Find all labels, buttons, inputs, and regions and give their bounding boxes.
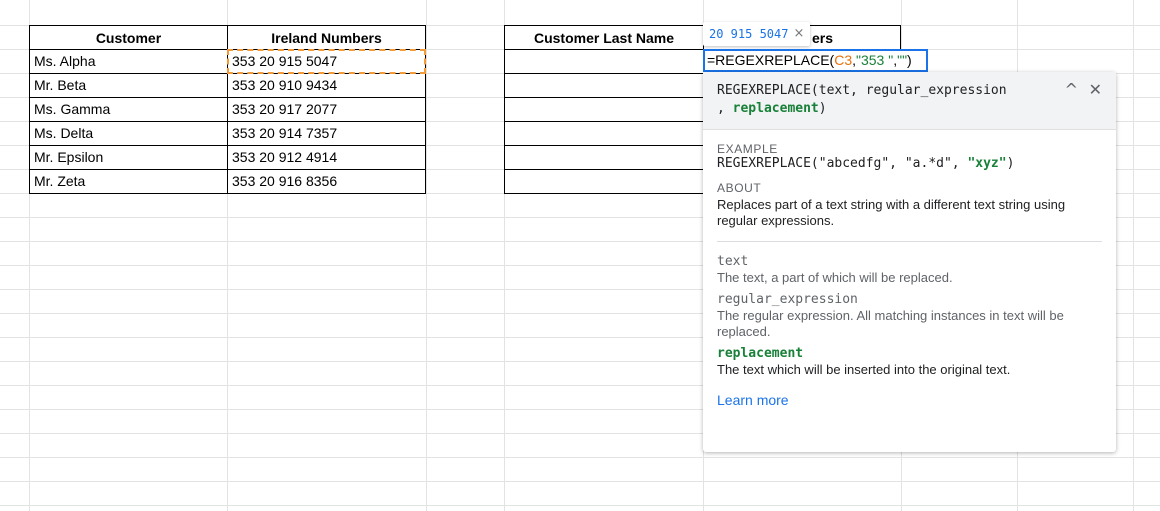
formula-cell-editor[interactable]: =REGEXREPLACE(C3,"353 ","") [703, 49, 928, 72]
last-name-cell[interactable] [504, 73, 704, 98]
grid-row-line [0, 505, 1160, 506]
argument-description: The regular expression. All matching ins… [717, 308, 1064, 339]
signature-close-paren: ) [818, 101, 827, 116]
customer-name-cell[interactable]: Ms. Alpha [29, 49, 228, 74]
last-name-cell[interactable] [504, 49, 704, 74]
signature-active-arg: replacement [732, 101, 819, 116]
header-cell[interactable]: Ireland Numbers [227, 25, 426, 50]
argument-name: text [717, 254, 749, 269]
learn-more-link[interactable]: Learn more [717, 392, 789, 408]
about-label: ABOUT [717, 181, 762, 195]
grid-row-line [0, 457, 1160, 458]
formula-result-preview: 20 915 5047 × [703, 22, 811, 46]
example-prefix: REGEXREPLACE("abcedfg", "a.*d", [717, 156, 968, 171]
close-icon[interactable]: ✕ [1089, 81, 1102, 99]
argument-name: replacement [717, 346, 804, 361]
section-divider [717, 241, 1102, 242]
last-name-cell[interactable] [504, 97, 704, 122]
header-cell[interactable]: Customer Last Name [504, 25, 704, 50]
phone-number-cell[interactable]: 353 20 910 9434 [227, 73, 426, 98]
phone-number-cell[interactable]: 353 20 917 2077 [227, 97, 426, 122]
phone-number-cell[interactable]: 353 20 912 4914 [227, 145, 426, 170]
signature-args: text, regular_expression [818, 83, 1007, 98]
collapse-chevron-icon[interactable]: ^ [1065, 81, 1078, 99]
header-cell[interactable]: Customer [29, 25, 228, 50]
preview-value: 20 915 5047 [709, 27, 789, 41]
preview-close-icon[interactable]: × [793, 22, 804, 46]
function-signature: REGEXREPLACE(text, regular_expression , … [703, 72, 1116, 130]
example-label: EXAMPLE [717, 142, 778, 156]
formula-suffix: ) [907, 52, 912, 68]
last-name-cell[interactable] [504, 145, 704, 170]
function-help-popup: REGEXREPLACE(text, regular_expression , … [703, 72, 1116, 452]
argument-description: The text, a part of which will be replac… [717, 270, 953, 285]
last-name-cell[interactable] [504, 169, 704, 194]
formula-prefix: =REGEXREPLACE( [707, 52, 835, 68]
signature-separator: , [717, 101, 733, 116]
customer-name-cell[interactable]: Mr. Zeta [29, 169, 228, 194]
about-text: Replaces part of a text string with a di… [717, 197, 1066, 228]
signature-function-name: REGEXREPLACE( [717, 83, 819, 98]
example-formula: REGEXREPLACE("abcedfg", "a.*d", "xyz") [717, 156, 1102, 171]
last-name-cell[interactable] [504, 121, 704, 146]
argument-description: The text which will be inserted into the… [717, 362, 1011, 377]
formula-string-literal: "353 " [856, 52, 894, 68]
phone-number-cell[interactable]: 353 20 915 5047 [227, 49, 426, 74]
grid-row-line [0, 481, 1160, 482]
customer-name-cell[interactable]: Mr. Epsilon [29, 145, 228, 170]
phone-number-cell[interactable]: 353 20 914 7357 [227, 121, 426, 146]
customer-name-cell[interactable]: Mr. Beta [29, 73, 228, 98]
grid-col-line [1133, 0, 1134, 511]
formula-cell-reference: C3 [834, 52, 853, 68]
formula-string-literal: "" [897, 52, 908, 68]
example-active-arg: "xyz" [967, 156, 1007, 171]
argument-list: text The text, a part of which will be re… [717, 254, 1102, 378]
customer-name-cell[interactable]: Ms. Gamma [29, 97, 228, 122]
grid-col-line [426, 0, 427, 511]
phone-number-cell[interactable]: 353 20 916 8356 [227, 169, 426, 194]
example-suffix: ) [1006, 156, 1015, 171]
customer-name-cell[interactable]: Ms. Delta [29, 121, 228, 146]
argument-name: regular_expression [717, 292, 858, 307]
